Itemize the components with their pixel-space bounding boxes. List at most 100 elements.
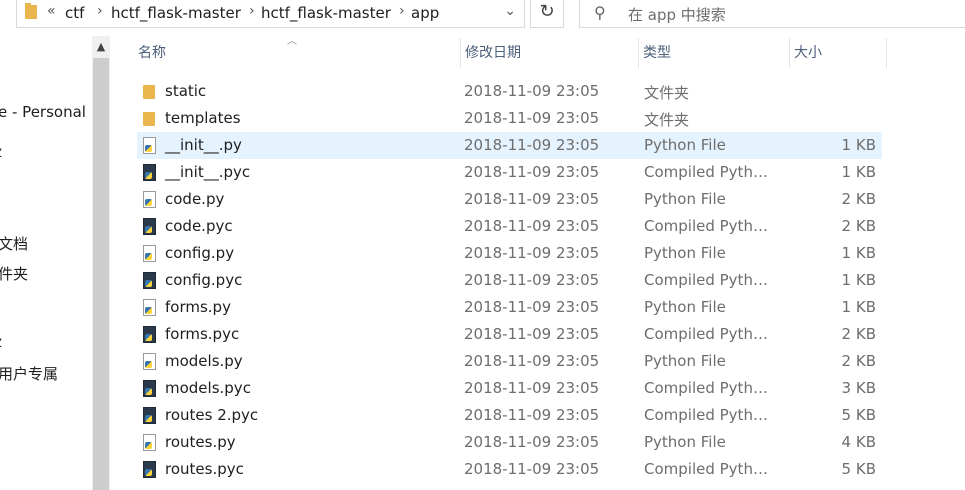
compiled-python-icon — [143, 380, 156, 397]
address-bar[interactable]: « ctf › hctf_flask-master › hctf_flask-m… — [16, 0, 525, 28]
file-date: 2018-11-09 23:05 — [464, 271, 600, 289]
file-type: Compiled Pytho... — [644, 406, 776, 424]
file-name: code.pyc — [165, 217, 233, 235]
scroll-up-arrow-icon[interactable]: ▲ — [92, 36, 110, 58]
breadcrumb-separator[interactable]: › — [97, 3, 103, 19]
nav-item[interactable]: 件夹 — [0, 263, 28, 284]
column-header-type[interactable]: 类型 — [638, 38, 788, 68]
nav-item[interactable]: e - Personal — [0, 103, 86, 121]
file-date: 2018-11-09 23:05 — [464, 460, 600, 478]
file-name: forms.py — [165, 298, 231, 316]
file-row[interactable]: code.py 2018-11-09 23:05 Python File 2 KB — [137, 186, 882, 213]
nav-scrollbar[interactable]: ▲ — [92, 36, 110, 490]
python-file-icon — [143, 299, 156, 316]
column-header-name[interactable]: 名称 — [134, 38, 457, 68]
file-date: 2018-11-09 23:05 — [464, 109, 600, 127]
file-type: Python File — [644, 298, 726, 316]
python-file-icon — [143, 191, 156, 208]
chevron-down-icon[interactable]: ⌄ — [504, 3, 516, 19]
file-row[interactable]: code.pyc 2018-11-09 23:05 Compiled Pytho..… — [137, 213, 882, 240]
file-size: 1 KB — [841, 244, 876, 262]
file-row[interactable]: forms.py 2018-11-09 23:05 Python File 1 KB — [137, 294, 882, 321]
file-date: 2018-11-09 23:05 — [464, 136, 600, 154]
file-type: Compiled Pytho... — [644, 379, 776, 397]
column-header-size[interactable]: 大小 — [789, 38, 887, 68]
file-type: Python File — [644, 190, 726, 208]
file-type: Compiled Pytho... — [644, 163, 776, 181]
file-name: templates — [165, 109, 241, 127]
file-row[interactable]: config.pyc 2018-11-09 23:05 Compiled Pytho… — [137, 267, 882, 294]
file-date: 2018-11-09 23:05 — [464, 244, 600, 262]
breadcrumb-item[interactable]: hctf_flask-master — [261, 4, 391, 22]
file-row[interactable]: static 2018-11-09 23:05 文件夹 — [137, 78, 882, 105]
breadcrumb-separator[interactable]: › — [249, 3, 255, 19]
file-row[interactable]: routes.pyc 2018-11-09 23:05 Compiled Pytho… — [137, 456, 882, 483]
breadcrumb-item[interactable]: ctf — [65, 4, 84, 22]
file-row[interactable]: routes.py 2018-11-09 23:05 Python File 4 KB — [137, 429, 882, 456]
compiled-python-icon — [143, 407, 156, 424]
file-name: models.py — [165, 352, 243, 370]
file-name: static — [165, 82, 207, 100]
file-size: 1 KB — [841, 163, 876, 181]
file-name: __init__.py — [165, 136, 242, 154]
file-size: 3 KB — [841, 379, 876, 397]
file-date: 2018-11-09 23:05 — [464, 190, 600, 208]
python-file-icon — [143, 434, 156, 451]
file-row[interactable]: templates 2018-11-09 23:05 文件夹 — [137, 105, 882, 132]
file-type: 文件夹 — [644, 84, 690, 102]
file-date: 2018-11-09 23:05 — [464, 406, 600, 424]
file-name: config.py — [165, 244, 235, 262]
folder-icon — [143, 112, 155, 126]
breadcrumb-item[interactable]: hctf_flask-master — [111, 4, 241, 22]
file-type: Compiled Pytho... — [644, 217, 776, 235]
file-type: Compiled Pytho... — [644, 325, 776, 343]
file-row[interactable]: routes 2.pyc 2018-11-09 23:05 Compiled Pyt… — [137, 402, 882, 429]
breadcrumb-separator[interactable]: › — [399, 3, 405, 19]
file-type: Python File — [644, 136, 726, 154]
compiled-python-icon — [143, 326, 156, 343]
search-icon: ⚲ — [594, 3, 606, 22]
file-size: 5 KB — [841, 460, 876, 478]
file-name: routes.py — [165, 433, 236, 451]
file-row[interactable]: forms.pyc 2018-11-09 23:05 Compiled Pytho.… — [137, 321, 882, 348]
file-row[interactable]: models.pyc 2018-11-09 23:05 Compiled Pytho… — [137, 375, 882, 402]
navigation-pane: e - Personal z 文档 件夹 z 用户专属 — [0, 36, 92, 490]
file-name: __init__.pyc — [165, 163, 251, 181]
file-date: 2018-11-09 23:05 — [464, 163, 600, 181]
breadcrumb-item[interactable]: app — [411, 4, 439, 22]
nav-item[interactable]: z — [0, 143, 2, 161]
file-size: 2 KB — [841, 352, 876, 370]
compiled-python-icon — [143, 164, 156, 181]
overflow-chevron[interactable]: « — [47, 3, 56, 19]
file-row[interactable]: models.py 2018-11-09 23:05 Python File 2 KB — [137, 348, 882, 375]
refresh-button[interactable]: ↻ — [530, 0, 564, 28]
file-type: Python File — [644, 352, 726, 370]
file-date: 2018-11-09 23:05 — [464, 82, 600, 100]
file-name: forms.pyc — [165, 325, 240, 343]
column-header-date[interactable]: 修改日期 — [460, 38, 637, 68]
file-date: 2018-11-09 23:05 — [464, 325, 600, 343]
file-name: routes 2.pyc — [165, 406, 259, 424]
folder-icon — [143, 85, 155, 99]
file-date: 2018-11-09 23:05 — [464, 433, 600, 451]
file-size: 2 KB — [841, 325, 876, 343]
file-row[interactable]: __init__.py 2018-11-09 23:05 Python File 1 … — [137, 132, 882, 159]
file-type: Python File — [644, 244, 726, 262]
file-row[interactable]: config.py 2018-11-09 23:05 Python File 1 KB — [137, 240, 882, 267]
file-size: 2 KB — [841, 190, 876, 208]
file-size: 1 KB — [841, 298, 876, 316]
file-name: routes.pyc — [165, 460, 244, 478]
compiled-python-icon — [143, 461, 156, 478]
python-file-icon — [143, 245, 156, 262]
nav-item[interactable]: z — [0, 333, 2, 351]
nav-item[interactable]: 用户专属 — [0, 363, 58, 384]
search-box[interactable]: ⚲ 在 app 中搜索 — [579, 0, 965, 28]
file-row[interactable]: __init__.pyc 2018-11-09 23:05 Compiled Pyt… — [137, 159, 882, 186]
file-date: 2018-11-09 23:05 — [464, 298, 600, 316]
file-date: 2018-11-09 23:05 — [464, 352, 600, 370]
scrollbar-thumb[interactable] — [93, 58, 109, 490]
nav-item[interactable]: 文档 — [0, 233, 28, 254]
file-size: 4 KB — [841, 433, 876, 451]
file-date: 2018-11-09 23:05 — [464, 217, 600, 235]
search-placeholder[interactable]: 在 app 中搜索 — [628, 4, 726, 25]
